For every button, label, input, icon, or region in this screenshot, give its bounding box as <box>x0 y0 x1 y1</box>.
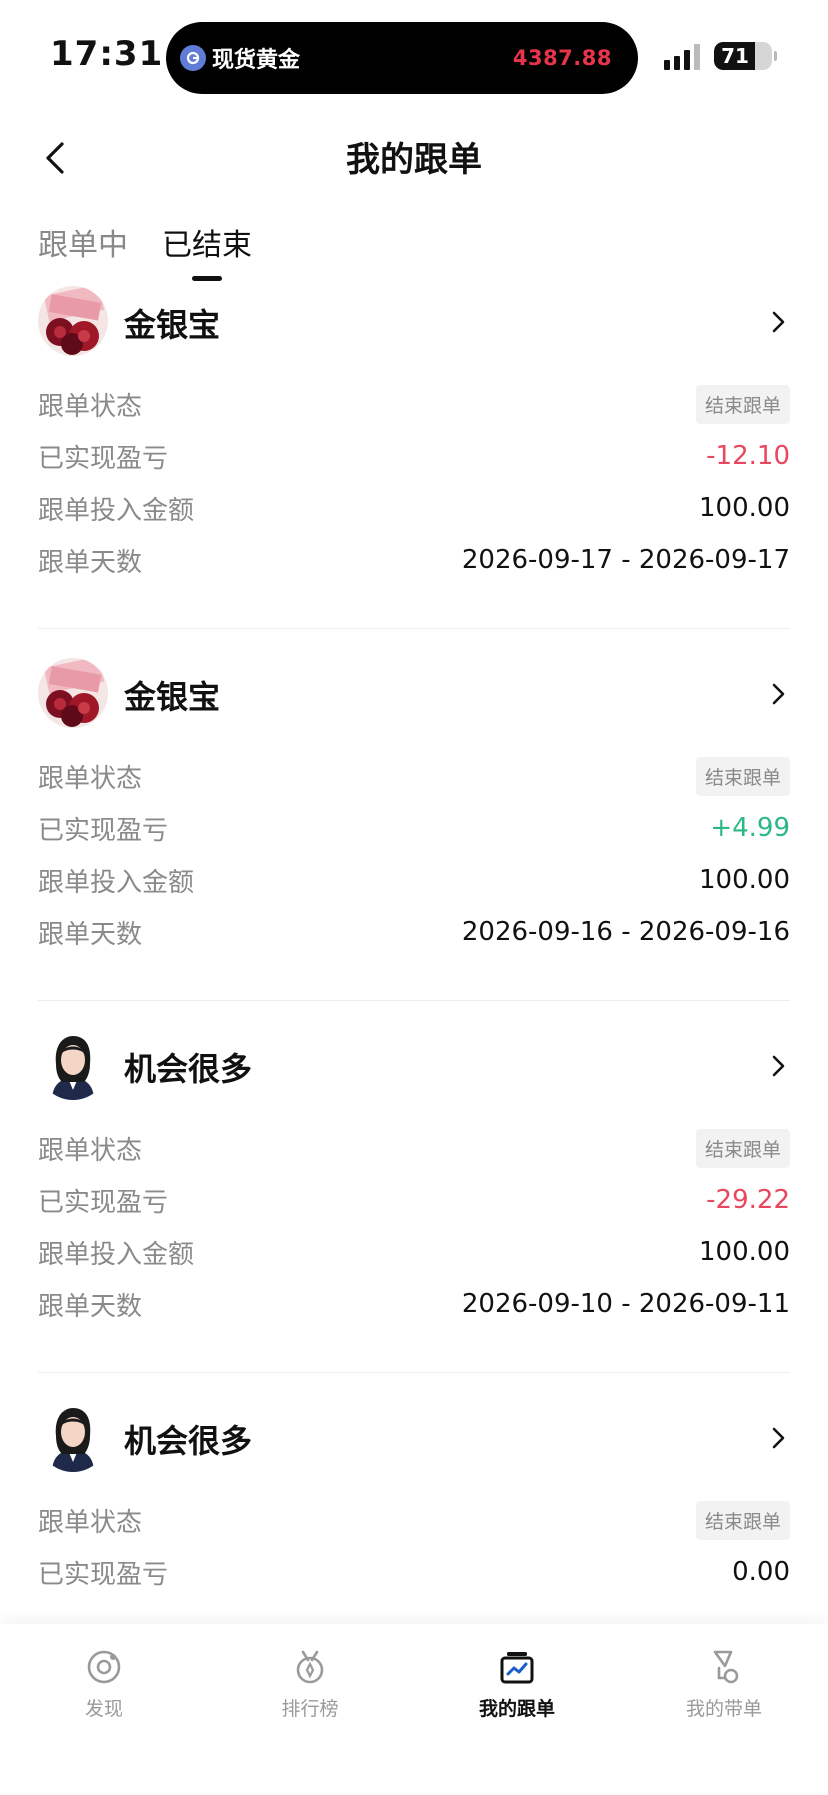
card-header[interactable]: 机会很多 <box>0 1030 828 1104</box>
label-pnl: 已实现盈亏 <box>38 815 169 846</box>
divider <box>38 1372 790 1373</box>
label-status: 跟单状态 <box>38 1135 143 1166</box>
bottom-nav: 发现 排行榜 我的跟单 我的带单 <box>0 1624 828 1795</box>
roses-avatar-icon <box>38 658 108 728</box>
nav-ranking[interactable]: 排行榜 <box>240 1648 380 1721</box>
tab-ongoing[interactable]: 跟单中 <box>38 220 128 264</box>
row-pnl: 已实现盈亏 -12.10 <box>38 436 790 476</box>
tab-bar: 跟单中 已结束 <box>0 210 828 290</box>
page-title: 我的跟单 <box>346 140 482 180</box>
portrait-avatar-icon <box>38 1030 108 1100</box>
row-days: 跟单天数 2026-09-16 - 2026-09-16 <box>38 912 790 952</box>
days-value: 2026-09-10 - 2026-09-11 <box>461 1289 790 1319</box>
row-days: 跟单天数 2026-09-17 - 2026-09-17 <box>38 540 790 580</box>
label-days: 跟单天数 <box>38 547 143 578</box>
divider <box>38 1000 790 1001</box>
trader-name: 金银宝 <box>124 678 221 716</box>
pnl-value: -12.10 <box>706 441 790 471</box>
chevron-right-icon[interactable] <box>764 308 792 336</box>
tab-active-indicator <box>192 276 222 281</box>
status-badge: 结束跟单 <box>695 1128 790 1168</box>
row-status: 跟单状态 结束跟单 <box>38 384 790 424</box>
row-pnl: 已实现盈亏 -29.22 <box>38 1180 790 1220</box>
flag-trophy-icon <box>713 1650 739 1684</box>
follow-board-icon <box>500 1652 534 1684</box>
nav-my-lead-label: 我的带单 <box>685 1698 762 1720</box>
dynamic-island[interactable]: 现货黄金 4387.88 <box>166 22 638 94</box>
label-status: 跟单状态 <box>38 391 143 422</box>
label-pnl: 已实现盈亏 <box>38 1559 169 1590</box>
trader-name: 机会很多 <box>124 1422 253 1460</box>
nav-my-follow[interactable]: 我的跟单 <box>447 1648 587 1721</box>
chevron-right-icon[interactable] <box>764 1052 792 1080</box>
signal-icon <box>664 44 700 70</box>
follow-list: 金银宝 跟单状态 结束跟单 已实现盈亏 -12.10 跟单投入金额 100.00… <box>0 286 828 1774</box>
portrait-avatar-icon <box>38 1402 108 1472</box>
trader-avatar <box>38 658 108 728</box>
status-badge: 结束跟单 <box>695 384 790 424</box>
status-bar: 17:31 现货黄金 4387.88 71 <box>0 0 828 110</box>
row-amount: 跟单投入金额 100.00 <box>38 1232 790 1272</box>
status-time: 17:31 <box>50 34 164 74</box>
row-amount: 跟单投入金额 100.00 <box>38 860 790 900</box>
trader-avatar <box>38 1030 108 1100</box>
divider <box>38 628 790 629</box>
battery-tip <box>774 51 777 61</box>
row-amount: 跟单投入金额 100.00 <box>38 488 790 528</box>
amount-value: 100.00 <box>699 865 790 895</box>
row-status: 跟单状态 结束跟单 <box>38 1128 790 1168</box>
days-value: 2026-09-16 - 2026-09-16 <box>461 917 790 947</box>
nav-discover-label: 发现 <box>84 1698 123 1720</box>
island-title: 现货黄金 <box>212 48 301 73</box>
label-days: 跟单天数 <box>38 919 143 950</box>
label-pnl: 已实现盈亏 <box>38 1187 169 1218</box>
island-price: 4387.88 <box>512 46 612 70</box>
amount-value: 100.00 <box>699 1237 790 1267</box>
row-days: 跟单天数 2026-09-10 - 2026-09-11 <box>38 1284 790 1324</box>
label-amount: 跟单投入金额 <box>38 1239 195 1270</box>
battery-icon: 71 <box>714 42 772 70</box>
days-value: 2026-09-17 - 2026-09-17 <box>461 545 790 575</box>
pnl-value: +4.99 <box>710 813 790 843</box>
status-badge: 结束跟单 <box>695 756 790 796</box>
gold-app-icon <box>180 45 206 71</box>
amount-value: 100.00 <box>699 493 790 523</box>
trader-name: 金银宝 <box>124 306 221 344</box>
medal-icon <box>296 1650 324 1684</box>
label-status: 跟单状态 <box>38 1507 143 1538</box>
pnl-value: 0.00 <box>732 1557 790 1587</box>
trader-avatar <box>38 286 108 356</box>
chevron-right-icon[interactable] <box>764 1424 792 1452</box>
follow-card[interactable]: 金银宝 跟单状态 结束跟单 已实现盈亏 +4.99 跟单投入金额 100.00 … <box>0 658 828 1030</box>
label-amount: 跟单投入金额 <box>38 495 195 526</box>
nav-discover[interactable]: 发现 <box>34 1648 174 1721</box>
roses-avatar-icon <box>38 286 108 356</box>
status-badge: 结束跟单 <box>695 1500 790 1540</box>
label-status: 跟单状态 <box>38 763 143 794</box>
row-pnl: 已实现盈亏 +4.99 <box>38 808 790 848</box>
card-header[interactable]: 机会很多 <box>0 1402 828 1476</box>
chevron-right-icon[interactable] <box>764 680 792 708</box>
trader-avatar <box>38 1402 108 1472</box>
follow-card[interactable]: 金银宝 跟单状态 结束跟单 已实现盈亏 -12.10 跟单投入金额 100.00… <box>0 286 828 658</box>
nav-ranking-label: 排行榜 <box>281 1698 339 1720</box>
trader-name: 机会很多 <box>124 1050 253 1088</box>
label-days: 跟单天数 <box>38 1291 143 1322</box>
battery-level: 71 <box>721 44 749 68</box>
label-amount: 跟单投入金额 <box>38 867 195 898</box>
card-header[interactable]: 金银宝 <box>0 658 828 732</box>
follow-card[interactable]: 机会很多 跟单状态 结束跟单 已实现盈亏 -29.22 跟单投入金额 100.0… <box>0 1030 828 1402</box>
label-pnl: 已实现盈亏 <box>38 443 169 474</box>
nav-my-lead[interactable]: 我的带单 <box>654 1648 794 1721</box>
card-header[interactable]: 金银宝 <box>0 286 828 360</box>
discover-icon <box>87 1650 121 1684</box>
header: 我的跟单 <box>0 110 828 206</box>
tab-ended[interactable]: 已结束 <box>162 220 252 264</box>
pnl-value: -29.22 <box>706 1185 790 1215</box>
row-pnl: 已实现盈亏 0.00 <box>38 1552 790 1592</box>
nav-my-follow-label: 我的跟单 <box>478 1698 555 1720</box>
row-status: 跟单状态 结束跟单 <box>38 1500 790 1540</box>
row-status: 跟单状态 结束跟单 <box>38 756 790 796</box>
